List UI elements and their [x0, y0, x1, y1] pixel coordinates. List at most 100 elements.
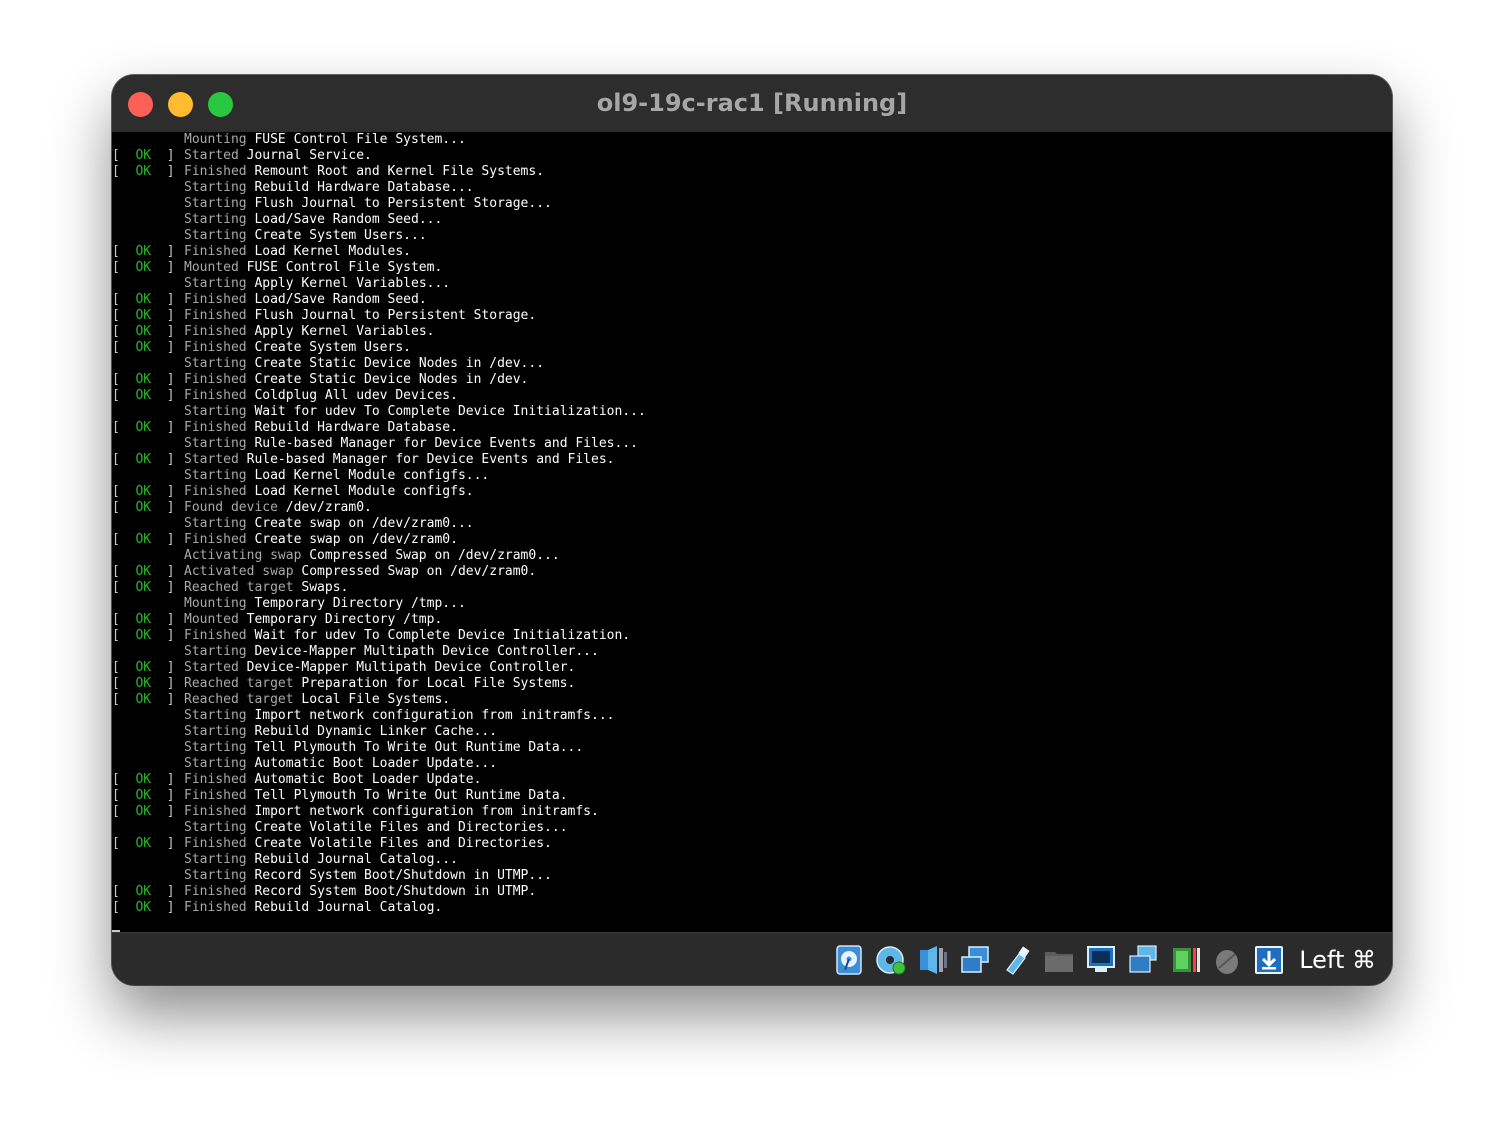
status-column: [ OK ]	[112, 612, 184, 628]
log-verb: Reached target	[184, 692, 294, 707]
log-message: Rebuild Hardware Database...	[254, 180, 474, 195]
status-bracket-open: [	[112, 452, 136, 467]
recording-icon[interactable]	[1127, 944, 1159, 976]
status-bracket-open: [	[112, 372, 136, 387]
log-verb: Starting	[184, 196, 247, 211]
log-verb: Finished	[184, 164, 247, 179]
log-verb: Finished	[184, 244, 247, 259]
shared-folders-icon[interactable]	[1043, 944, 1075, 976]
log-verb: Starting	[184, 756, 247, 771]
log-message: Local File Systems.	[301, 692, 451, 707]
close-button[interactable]	[128, 92, 153, 117]
status-bracket-close: ]	[151, 500, 175, 515]
usb-icon[interactable]	[1001, 944, 1033, 976]
log-message: Rule-based Manager for Device Events and…	[254, 436, 638, 451]
status-column: [ OK ]	[112, 164, 184, 180]
status-ok: OK	[135, 388, 152, 403]
host-key-label: Left ⌘	[1299, 946, 1376, 974]
status-bracket-close: ]	[151, 244, 175, 259]
console-line: [ OK ] Finished Load Kernel Module config…	[112, 484, 646, 500]
log-verb: Started	[184, 452, 239, 467]
log-verb: Activated swap	[184, 564, 294, 579]
log-message: Tell Plymouth To Write Out Runtime Data.	[254, 788, 568, 803]
console-line: [ OK ] Finished Flush Journal to Persiste…	[112, 308, 646, 324]
console-line: Starting Create Volatile Files and Direc…	[112, 820, 646, 836]
minimize-button[interactable]	[168, 92, 193, 117]
status-ok: OK	[135, 324, 152, 339]
status-column: [ OK ]	[112, 244, 184, 260]
log-message: Journal Service.	[246, 148, 372, 163]
console-line: [ OK ] Finished Create swap on /dev/zram0…	[112, 532, 646, 548]
status-bracket-open: [	[112, 676, 136, 691]
log-message: Load/Save Random Seed...	[254, 212, 443, 227]
vm-window: ol9-19c-rac1 [Running] Mounting FUSE Con…	[112, 75, 1392, 985]
console-line: [ OK ] Finished Rebuild Hardware Database…	[112, 420, 646, 436]
log-verb: Starting	[184, 724, 247, 739]
status-column: [ OK ]	[112, 532, 184, 548]
log-verb: Starting	[184, 644, 247, 659]
network-icon[interactable]	[959, 944, 991, 976]
status-bracket-open: [	[112, 500, 136, 515]
status-column: [ OK ]	[112, 900, 184, 916]
log-message: Create swap on /dev/zram0...	[254, 516, 474, 531]
status-bracket-open: [	[112, 308, 136, 323]
log-verb: Starting	[184, 708, 247, 723]
console-line: Starting Load/Save Random Seed...	[112, 212, 646, 228]
status-column: [ OK ]	[112, 340, 184, 356]
status-bracket-open: [	[112, 660, 136, 675]
log-verb: Finished	[184, 900, 247, 915]
title-bar[interactable]: ol9-19c-rac1 [Running]	[112, 75, 1392, 132]
console-line: [ OK ] Finished Rebuild Journal Catalog.	[112, 900, 646, 916]
log-message: Wait for udev To Complete Device Initial…	[254, 628, 631, 643]
log-message: Import network configuration from initra…	[254, 708, 615, 723]
log-message: Create Static Device Nodes in /dev...	[254, 356, 545, 371]
cpu-activity-icon[interactable]	[1169, 944, 1201, 976]
log-message: Load Kernel Module configfs...	[254, 468, 490, 483]
console-line: [ OK ] Finished Wait for udev To Complete…	[112, 628, 646, 644]
status-column: [ OK ]	[112, 484, 184, 500]
status-ok: OK	[135, 164, 152, 179]
maximize-button[interactable]	[208, 92, 233, 117]
boot-log: Mounting FUSE Control File System...[ OK…	[112, 132, 646, 916]
status-bracket-open: [	[112, 884, 136, 899]
status-column: [ OK ]	[112, 308, 184, 324]
log-verb: Starting	[184, 852, 247, 867]
console-line: Starting Apply Kernel Variables...	[112, 276, 646, 292]
log-verb: Finished	[184, 628, 247, 643]
status-ok: OK	[135, 564, 152, 579]
status-ok: OK	[135, 676, 152, 691]
status-column: [ OK ]	[112, 148, 184, 164]
status-bracket-open: [	[112, 292, 136, 307]
hard-disk-icon[interactable]	[833, 944, 865, 976]
vm-console-screen[interactable]: Mounting FUSE Control File System...[ OK…	[112, 132, 1392, 932]
log-verb: Starting	[184, 740, 247, 755]
log-message: Temporary Directory /tmp.	[246, 612, 443, 627]
console-line: [ OK ] Mounted Temporary Directory /tmp.	[112, 612, 646, 628]
console-line: [ OK ] Started Journal Service.	[112, 148, 646, 164]
keyboard-capture-icon[interactable]	[1253, 944, 1285, 976]
status-ok: OK	[135, 484, 152, 499]
status-bracket-close: ]	[151, 676, 175, 691]
log-verb: Finished	[184, 308, 247, 323]
log-verb: Starting	[184, 404, 247, 419]
optical-drive-icon[interactable]	[875, 944, 907, 976]
log-message: Load Kernel Modules.	[254, 244, 411, 259]
mouse-integration-icon[interactable]	[1211, 944, 1243, 976]
status-ok: OK	[135, 244, 152, 259]
console-line: [ OK ] Finished Remount Root and Kernel F…	[112, 164, 646, 180]
status-ok: OK	[135, 772, 152, 787]
console-line: Starting Rebuild Hardware Database...	[112, 180, 646, 196]
status-ok: OK	[135, 836, 152, 851]
audio-icon[interactable]	[917, 944, 949, 976]
log-verb: Mounting	[184, 596, 247, 611]
console-line: [ OK ] Activated swap Compressed Swap on …	[112, 564, 646, 580]
console-line: [ OK ] Finished Load/Save Random Seed.	[112, 292, 646, 308]
status-bracket-open: [	[112, 580, 136, 595]
console-line: [ OK ] Reached target Swaps.	[112, 580, 646, 596]
display-icon[interactable]	[1085, 944, 1117, 976]
status-bracket-close: ]	[151, 164, 175, 179]
status-bracket-open: [	[112, 324, 136, 339]
status-ok: OK	[135, 612, 152, 627]
status-ok: OK	[135, 580, 152, 595]
log-message: Record System Boot/Shutdown in UTMP...	[254, 868, 552, 883]
